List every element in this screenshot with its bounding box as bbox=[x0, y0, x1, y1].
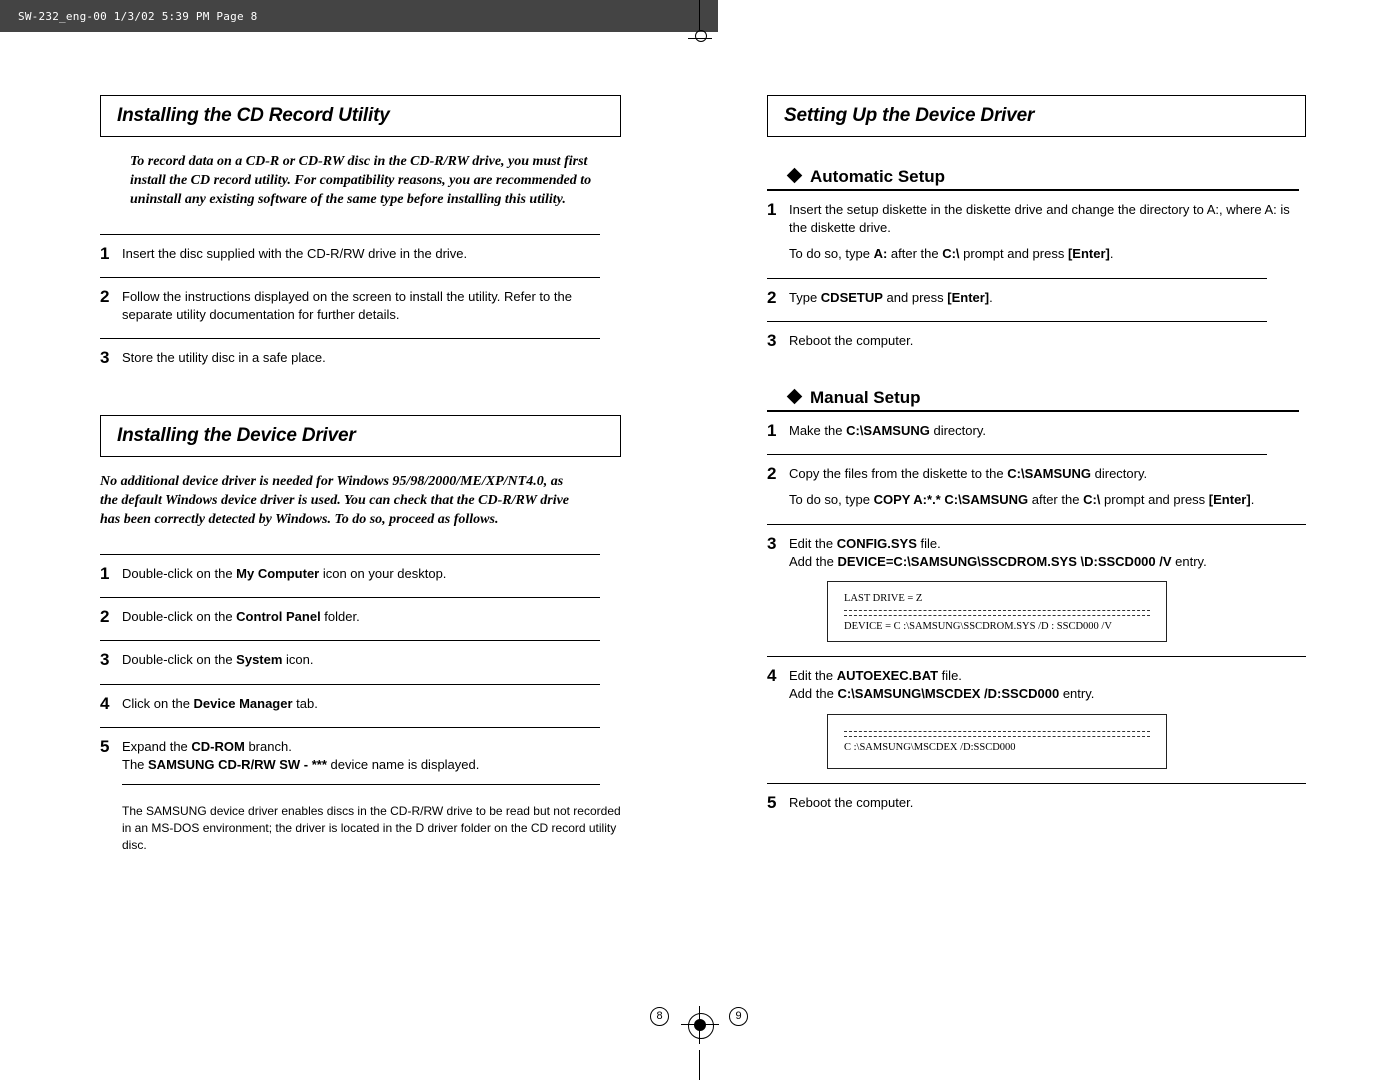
step-text: Insert the setup diskette in the diskett… bbox=[789, 201, 1306, 237]
step-number: 1 bbox=[767, 201, 781, 237]
section-intro: No additional device driver is needed fo… bbox=[100, 473, 570, 530]
subsection-label: Automatic Setup bbox=[810, 167, 945, 186]
step-5: 5Expand the CD-ROM branch.The SAMSUNG CD… bbox=[100, 738, 621, 774]
step-number: 2 bbox=[767, 465, 781, 483]
step-number: 1 bbox=[100, 565, 114, 583]
rule bbox=[767, 278, 1267, 279]
step-number: 4 bbox=[767, 667, 781, 703]
code-box: C :\SAMSUNG\MSCDEX /D:SSCD000 bbox=[827, 714, 1167, 770]
step-number: 4 bbox=[100, 695, 114, 713]
step-text: Double-click on the My Computer icon on … bbox=[122, 565, 621, 583]
rule bbox=[100, 597, 600, 598]
step-text: Reboot the computer. bbox=[789, 794, 1306, 812]
subsection-heading: Automatic Setup bbox=[767, 153, 1299, 191]
step-1: 1 Double-click on the My Computer icon on… bbox=[100, 565, 621, 583]
step-text: Follow the instructions displayed on the… bbox=[122, 288, 621, 324]
step-number: 2 bbox=[100, 288, 114, 324]
left-page: Installing the CD Record Utility To reco… bbox=[0, 0, 699, 1080]
step-2: 2 Copy the files from the diskette to the… bbox=[767, 465, 1306, 483]
section-intro: To record data on a CD-R or CD-RW disc i… bbox=[130, 153, 600, 210]
step-indent: To do so, type COPY A:*.* C:\SAMSUNG aft… bbox=[789, 491, 1279, 509]
dashed-rule bbox=[844, 610, 1150, 611]
rule bbox=[100, 338, 600, 339]
rule bbox=[100, 277, 600, 278]
rule bbox=[767, 783, 1306, 784]
step-number: 1 bbox=[100, 245, 114, 263]
page-number: 9 bbox=[729, 1007, 748, 1026]
step-1: 1Insert the setup diskette in the disket… bbox=[767, 201, 1306, 237]
step-3: 3 Double-click on the System icon. bbox=[100, 651, 621, 669]
rule bbox=[100, 684, 600, 685]
rule bbox=[100, 234, 600, 235]
step-4: 4Edit the AUTOEXEC.BAT file.Add the C:\S… bbox=[767, 667, 1306, 703]
page-number: 8 bbox=[650, 1007, 669, 1026]
code-line: DEVICE = C :\SAMSUNG\SSCDROM.SYS /D : SS… bbox=[844, 620, 1150, 634]
step-number: 2 bbox=[100, 608, 114, 626]
dashed-rule bbox=[844, 615, 1150, 616]
section-title: Setting Up the Device Driver bbox=[767, 95, 1306, 137]
step-1: 1 Insert the disc supplied with the CD-R/… bbox=[100, 245, 621, 263]
step-text: Type CDSETUP and press [Enter]. bbox=[789, 289, 1306, 307]
step-3: 3 Reboot the computer. bbox=[767, 332, 1306, 350]
step-4: 4 Click on the Device Manager tab. bbox=[100, 695, 621, 713]
rule bbox=[767, 454, 1267, 455]
step-text: Expand the CD-ROM branch.The SAMSUNG CD-… bbox=[122, 738, 621, 774]
rule bbox=[100, 640, 600, 641]
code-box: LAST DRIVE = Z DEVICE = C :\SAMSUNG\SSCD… bbox=[827, 581, 1167, 642]
step-2: 2Follow the instructions displayed on th… bbox=[100, 288, 621, 324]
step-number: 3 bbox=[100, 651, 114, 669]
step-text: Copy the files from the diskette to the … bbox=[789, 465, 1306, 483]
step-text: Click on the Device Manager tab. bbox=[122, 695, 621, 713]
step-number: 1 bbox=[767, 422, 781, 440]
step-3: 3 Store the utility disc in a safe place. bbox=[100, 349, 621, 367]
step-number: 5 bbox=[767, 794, 781, 812]
section-title: Installing the CD Record Utility bbox=[100, 95, 621, 137]
rule bbox=[100, 554, 600, 555]
rule bbox=[767, 656, 1306, 657]
page-spread: Installing the CD Record Utility To reco… bbox=[0, 0, 1399, 1080]
note-text: The SAMSUNG device driver enables discs … bbox=[122, 803, 621, 853]
step-text: Reboot the computer. bbox=[789, 332, 1306, 350]
step-text: Store the utility disc in a safe place. bbox=[122, 349, 621, 367]
step-3: 3Edit the CONFIG.SYS file.Add the DEVICE… bbox=[767, 535, 1306, 571]
step-number: 3 bbox=[100, 349, 114, 367]
step-text: Insert the disc supplied with the CD-R/R… bbox=[122, 245, 621, 263]
step-2: 2 Type CDSETUP and press [Enter]. bbox=[767, 289, 1306, 307]
rule bbox=[122, 784, 600, 785]
step-1: 1 Make the C:\SAMSUNG directory. bbox=[767, 422, 1306, 440]
code-line: C :\SAMSUNG\MSCDEX /D:SSCD000 bbox=[844, 741, 1150, 755]
section-title: Installing the Device Driver bbox=[100, 415, 621, 457]
code-line: LAST DRIVE = Z bbox=[844, 592, 1150, 606]
rule bbox=[767, 321, 1267, 322]
diamond-icon bbox=[787, 389, 803, 405]
subsection-label: Manual Setup bbox=[810, 388, 921, 407]
dashed-rule bbox=[844, 736, 1150, 737]
step-number: 3 bbox=[767, 332, 781, 350]
step-5: 5 Reboot the computer. bbox=[767, 794, 1306, 812]
diamond-icon bbox=[787, 168, 803, 184]
subsection-heading: Manual Setup bbox=[767, 374, 1299, 412]
step-text: Double-click on the System icon. bbox=[122, 651, 621, 669]
step-number: 5 bbox=[100, 738, 114, 774]
rule bbox=[100, 727, 600, 728]
step-text: Double-click on the Control Panel folder… bbox=[122, 608, 621, 626]
step-number: 2 bbox=[767, 289, 781, 307]
step-number: 3 bbox=[767, 535, 781, 571]
right-page: Setting Up the Device Driver Automatic S… bbox=[699, 0, 1398, 1080]
step-indent: To do so, type A: after the C:\ prompt a… bbox=[789, 245, 1279, 263]
step-text: Make the C:\SAMSUNG directory. bbox=[789, 422, 1306, 440]
step-text: Edit the AUTOEXEC.BAT file.Add the C:\SA… bbox=[789, 667, 1306, 703]
dashed-rule bbox=[844, 731, 1150, 732]
step-2: 2 Double-click on the Control Panel folde… bbox=[100, 608, 621, 626]
rule bbox=[767, 524, 1306, 525]
step-text: Edit the CONFIG.SYS file.Add the DEVICE=… bbox=[789, 535, 1306, 571]
